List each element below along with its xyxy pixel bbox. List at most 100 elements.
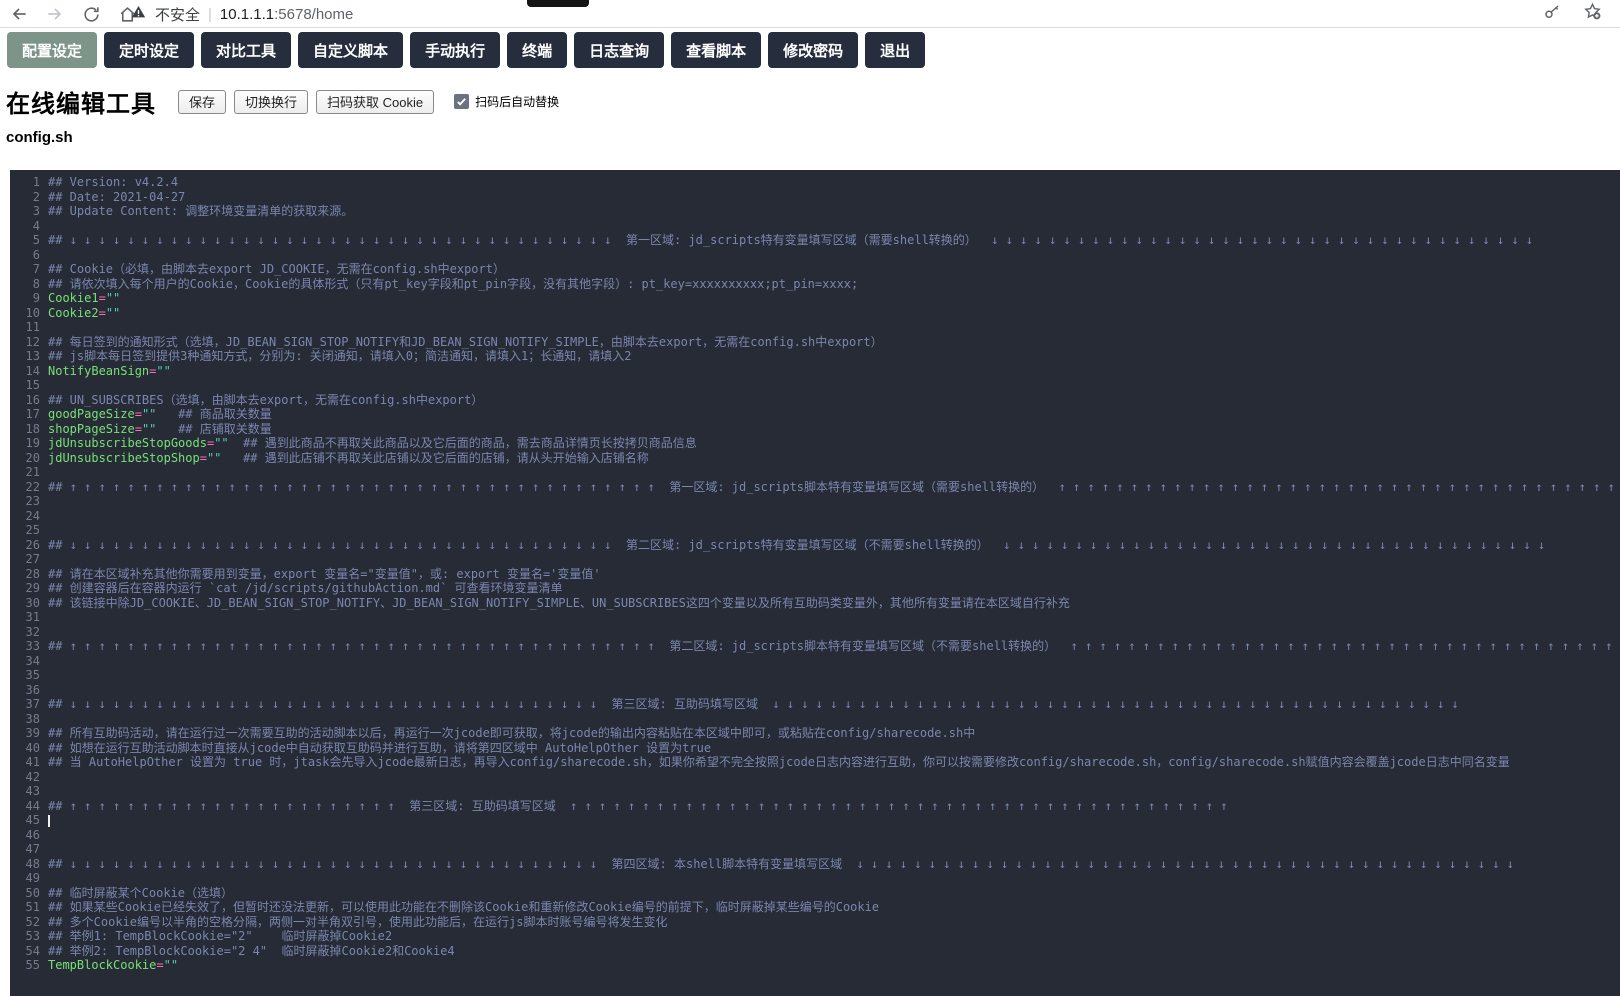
code-line: 41## 当 AutoHelpOther 设置为 true 时，jtask会先导…: [10, 755, 1620, 770]
code-line: 44## ↑ ↑ ↑ ↑ ↑ ↑ ↑ ↑ ↑ ↑ ↑ ↑ ↑ ↑ ↑ ↑ ↑ ↑…: [10, 799, 1620, 814]
line-number: 4: [10, 219, 40, 234]
code-line: 49: [10, 871, 1620, 886]
code-line: 26## ↓ ↓ ↓ ↓ ↓ ↓ ↓ ↓ ↓ ↓ ↓ ↓ ↓ ↓ ↓ ↓ ↓ ↓…: [10, 538, 1620, 553]
code-line: 13## js脚本每日签到提供3种通知方式，分别为: 关闭通知，请填入0；简洁通…: [10, 349, 1620, 364]
line-number: 16: [10, 393, 40, 408]
code-line: 25: [10, 523, 1620, 538]
text-cursor: [48, 815, 50, 827]
url-bar[interactable]: 不安全 | 10.1.1.1:5678/home: [130, 0, 353, 28]
page-title: 在线编辑工具: [6, 84, 156, 119]
line-number: 50: [10, 886, 40, 901]
code-line: 12## 每日签到的通知形式（选填，JD_BEAN_SIGN_STOP_NOTI…: [10, 335, 1620, 350]
star-add-icon[interactable]: [1583, 2, 1602, 26]
line-number: 23: [10, 494, 40, 509]
code-line: 34: [10, 654, 1620, 669]
line-number: 22: [10, 480, 40, 495]
code-line: 23: [10, 494, 1620, 509]
line-number: 34: [10, 654, 40, 669]
line-number: 21: [10, 465, 40, 480]
code-line: 32: [10, 625, 1620, 640]
line-number: 28: [10, 567, 40, 582]
refresh-icon[interactable]: [80, 3, 102, 25]
code-line: 46: [10, 828, 1620, 843]
code-line: 54## 举例2: TempBlockCookie="2 4" 临时屏蔽掉Coo…: [10, 944, 1620, 959]
save-button[interactable]: 保存: [178, 90, 226, 114]
code-line: 15: [10, 378, 1620, 393]
nav-button-9[interactable]: 退出: [865, 32, 925, 68]
nav-button-3[interactable]: 自定义脚本: [298, 32, 403, 68]
code-line: 42: [10, 770, 1620, 785]
browser-chrome: 不安全 | 10.1.1.1:5678/home: [0, 0, 1620, 28]
auto-replace-checkbox[interactable]: [454, 94, 469, 109]
code-line: 37## ↓ ↓ ↓ ↓ ↓ ↓ ↓ ↓ ↓ ↓ ↓ ↓ ↓ ↓ ↓ ↓ ↓ ↓…: [10, 697, 1620, 712]
code-line: 55TempBlockCookie="": [10, 958, 1620, 973]
nav-button-2[interactable]: 对比工具: [201, 32, 291, 68]
code-line: 7## Cookie（必填，由脚本去export JD_COOKIE，无需在co…: [10, 262, 1620, 277]
line-number: 35: [10, 668, 40, 683]
line-number: 26: [10, 538, 40, 553]
line-number: 39: [10, 726, 40, 741]
line-number: 33: [10, 639, 40, 654]
line-number: 48: [10, 857, 40, 872]
code-line: 38: [10, 712, 1620, 727]
main-nav: 配置设定定时设定对比工具自定义脚本手动执行终端日志查询查看脚本修改密码退出: [7, 32, 925, 68]
code-line: 33## ↑ ↑ ↑ ↑ ↑ ↑ ↑ ↑ ↑ ↑ ↑ ↑ ↑ ↑ ↑ ↑ ↑ ↑…: [10, 639, 1620, 654]
code-line: 9Cookie1="": [10, 291, 1620, 306]
code-line: 14NotifyBeanSign="": [10, 364, 1620, 379]
nav-button-7[interactable]: 查看脚本: [671, 32, 761, 68]
code-line: 39## 所有互助码活动，请在运行过一次需要互助的活动脚本以后，再运行一次jco…: [10, 726, 1620, 741]
line-number: 12: [10, 335, 40, 350]
line-number: 31: [10, 610, 40, 625]
code-line: 22## ↑ ↑ ↑ ↑ ↑ ↑ ↑ ↑ ↑ ↑ ↑ ↑ ↑ ↑ ↑ ↑ ↑ ↑…: [10, 480, 1620, 495]
code-line: 35: [10, 668, 1620, 683]
code-line: 50## 临时屏蔽某个Cookie（选填）: [10, 886, 1620, 901]
line-number: 6: [10, 248, 40, 263]
code-line: 36: [10, 683, 1620, 698]
code-line: 11: [10, 320, 1620, 335]
nav-button-4[interactable]: 手动执行: [410, 32, 500, 68]
line-number: 41: [10, 755, 40, 770]
code-line: 45: [10, 813, 1620, 828]
back-icon[interactable]: [8, 3, 30, 25]
code-line: 20jdUnsubscribeStopShop="" ## 遇到此店铺不再取关此…: [10, 451, 1620, 466]
code-line: 19jdUnsubscribeStopGoods="" ## 遇到此商品不再取关…: [10, 436, 1620, 451]
line-number: 49: [10, 871, 40, 886]
scan-cookie-button[interactable]: 扫码获取 Cookie: [316, 90, 434, 114]
line-number: 55: [10, 958, 40, 973]
browser-tab-fragment[interactable]: [527, 0, 589, 7]
line-number: 24: [10, 509, 40, 524]
key-icon[interactable]: [1543, 3, 1561, 26]
nav-button-0[interactable]: 配置设定: [7, 32, 97, 68]
code-line: 17goodPageSize="" ## 商品取关数量: [10, 407, 1620, 422]
code-line: 29## 创建容器后在容器内运行 `cat /jd/scripts/github…: [10, 581, 1620, 596]
forward-icon[interactable]: [44, 3, 66, 25]
line-number: 43: [10, 784, 40, 799]
code-line: 18shopPageSize="" ## 店铺取关数量: [10, 422, 1620, 437]
line-number: 3: [10, 204, 40, 219]
code-line: 28## 请在本区域补充其他你需要用到变量，export 变量名="变量值"，或…: [10, 567, 1620, 582]
code-line: 31: [10, 610, 1620, 625]
line-number: 52: [10, 915, 40, 930]
toggle-wrap-button[interactable]: 切换换行: [234, 90, 308, 114]
nav-button-6[interactable]: 日志查询: [574, 32, 664, 68]
nav-button-1[interactable]: 定时设定: [104, 32, 194, 68]
code-line: 52## 多个Cookie编号以半角的空格分隔，两侧一对半角双引号，使用此功能后…: [10, 915, 1620, 930]
code-editor[interactable]: 1## Version: v4.2.42## Date: 2021-04-273…: [10, 170, 1620, 996]
line-number: 1: [10, 175, 40, 190]
code-line: 53## 举例1: TempBlockCookie="2" 临时屏蔽掉Cooki…: [10, 929, 1620, 944]
auto-replace-label: 扫码后自动替换: [475, 93, 559, 110]
line-number: 54: [10, 944, 40, 959]
line-number: 19: [10, 436, 40, 451]
code-line: 43: [10, 784, 1620, 799]
code-line: 40## 如想在运行互助活动脚本时直接从jcode中自动获取互助码并进行互助，请…: [10, 741, 1620, 756]
line-number: 8: [10, 277, 40, 292]
nav-button-8[interactable]: 修改密码: [768, 32, 858, 68]
nav-button-5[interactable]: 终端: [507, 32, 567, 68]
code-line: 4: [10, 219, 1620, 234]
url-separator: |: [208, 6, 212, 23]
code-area: 1## Version: v4.2.42## Date: 2021-04-273…: [10, 175, 1620, 973]
line-number: 37: [10, 697, 40, 712]
line-number: 9: [10, 291, 40, 306]
line-number: 5: [10, 233, 40, 248]
warning-icon: [130, 4, 147, 25]
